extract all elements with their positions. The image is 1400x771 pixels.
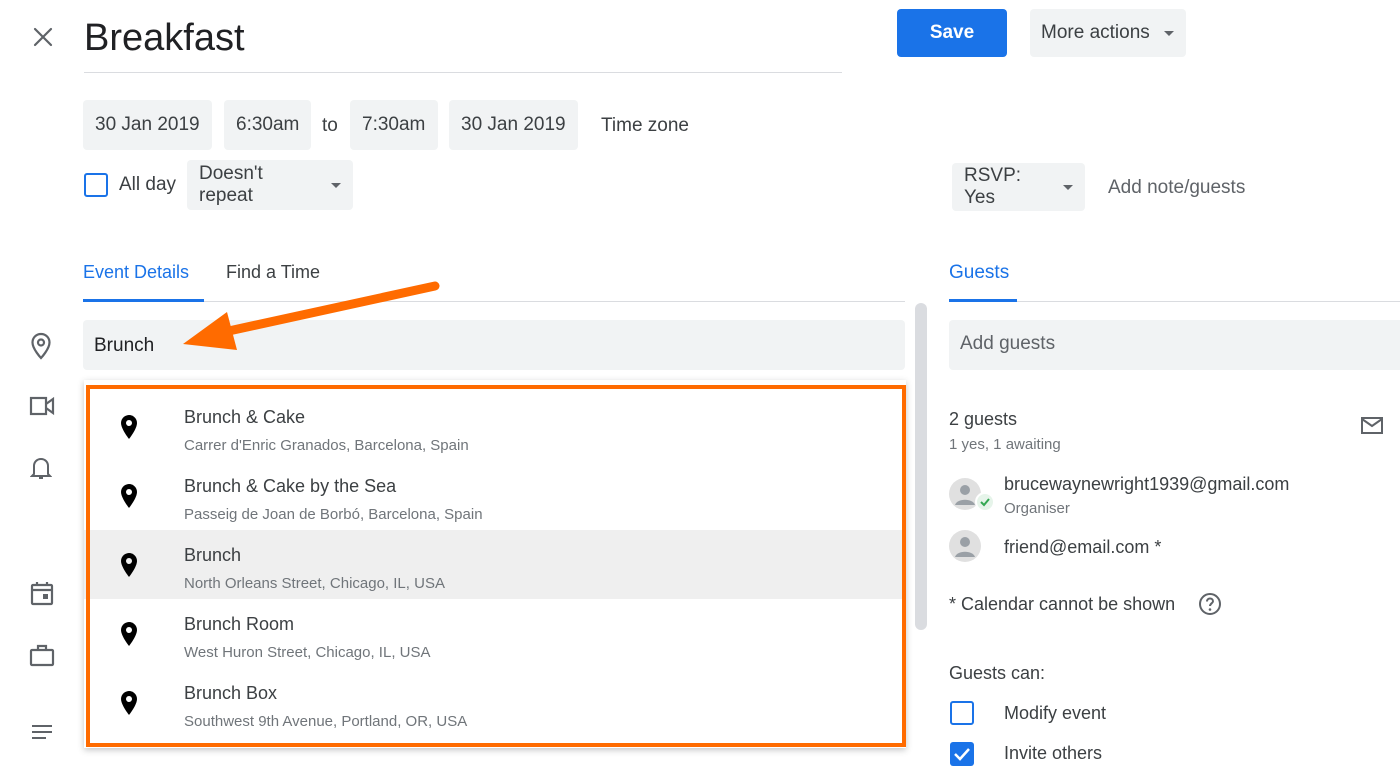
chevron-down-icon <box>1063 184 1073 190</box>
save-label: Save <box>929 22 975 43</box>
tab-guests[interactable]: Guests <box>949 262 1017 302</box>
more-actions-label: More actions <box>1041 22 1150 43</box>
guest-status: 1 yes, 1 awaiting <box>949 436 1061 453</box>
event-title: Breakfast <box>84 17 245 59</box>
close-icon[interactable] <box>32 26 54 48</box>
timezone-link[interactable]: Time zone <box>601 115 689 137</box>
chevron-down-icon <box>1163 30 1174 36</box>
accepted-badge-icon <box>975 492 995 512</box>
repeat-dropdown[interactable]: Doesn't repeat <box>187 160 353 210</box>
more-actions-button[interactable]: More actions <box>1030 9 1186 57</box>
tab-indicator <box>949 299 1017 302</box>
all-day-label: All day <box>119 174 177 195</box>
highlight-box <box>86 385 906 747</box>
add-guests-input[interactable]: Add guests <box>949 320 1400 370</box>
scrollbar[interactable] <box>915 303 927 630</box>
to-label: to <box>322 115 338 136</box>
rsvp-dropdown[interactable]: RSVP: Yes <box>952 163 1085 211</box>
description-icon <box>32 725 52 739</box>
location-icon <box>31 332 51 360</box>
help-icon[interactable] <box>1198 592 1222 616</box>
start-time-chip[interactable]: 6:30am <box>224 100 311 150</box>
start-time: 6:30am <box>236 114 300 135</box>
invite-others-checkbox[interactable] <box>950 742 974 766</box>
calendar-icon <box>30 582 54 606</box>
video-camera-icon <box>29 396 55 416</box>
tab-event-details-label: Event Details <box>83 262 190 282</box>
start-date: 30 Jan 2019 <box>95 114 200 135</box>
end-time: 7:30am <box>362 114 426 135</box>
calendar-note: * Calendar cannot be shown <box>949 594 1176 614</box>
all-day-checkbox[interactable] <box>84 173 108 197</box>
end-date: 30 Jan 2019 <box>461 114 566 135</box>
start-date-chip[interactable]: 30 Jan 2019 <box>83 100 212 150</box>
modify-event-checkbox[interactable] <box>950 701 974 725</box>
repeat-value: Doesn't repeat <box>199 163 263 206</box>
add-note-link[interactable]: Add note/guests <box>1108 177 1245 199</box>
avatar <box>949 530 981 562</box>
email-icon[interactable] <box>1360 416 1384 436</box>
guest-count: 2 guests <box>949 409 1018 429</box>
bell-icon <box>30 457 52 479</box>
end-time-chip[interactable]: 7:30am <box>350 100 438 150</box>
location-value: Brunch <box>94 335 155 356</box>
chevron-down-icon <box>331 182 341 188</box>
briefcase-icon <box>29 644 55 667</box>
guest-email: brucewaynewright1939@gmail.com <box>1004 474 1290 494</box>
invite-others-label: Invite others <box>1004 743 1103 763</box>
check-icon <box>954 748 970 761</box>
tab-guests-label: Guests <box>949 262 1010 283</box>
end-date-chip[interactable]: 30 Jan 2019 <box>449 100 578 150</box>
rsvp-value: RSVP: Yes <box>964 165 1022 208</box>
event-title-input[interactable]: Breakfast <box>84 14 842 73</box>
add-guests-placeholder: Add guests <box>960 333 1056 354</box>
annotation-arrow-icon <box>183 281 440 350</box>
modify-event-label: Modify event <box>1004 703 1107 723</box>
save-button[interactable]: Save <box>897 9 1007 57</box>
guest-role: Organiser <box>1004 500 1070 517</box>
guest-email: friend@email.com * <box>1004 537 1162 557</box>
person-icon <box>955 537 975 557</box>
guests-can-label: Guests can: <box>949 663 1046 683</box>
